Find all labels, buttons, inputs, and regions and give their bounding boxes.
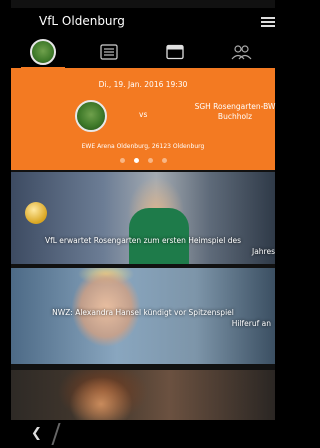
away-team-line2: Buchholz: [217, 112, 253, 121]
news-image: [11, 370, 275, 420]
tab-team[interactable]: [209, 36, 273, 68]
system-nav-bar: ❮: [11, 420, 275, 448]
news-item[interactable]: NWZ: Alexandra Hansel kündigt vor Spitze…: [11, 268, 275, 364]
overflow-menu-icon[interactable]: [261, 17, 275, 27]
carousel-dot-active[interactable]: [133, 158, 139, 163]
app-window: VfL Oldenburg Di., 19. Jan. 2016 19:30 v…: [11, 0, 275, 448]
next-match-card[interactable]: Di., 19. Jan. 2016 19:30 vs SGH Rosengar…: [11, 70, 275, 170]
match-datetime: Di., 19. Jan. 2016 19:30: [98, 80, 188, 89]
away-team-line1: SGH Rosengarten-BW: [194, 102, 276, 111]
team-icon: [231, 45, 252, 60]
tab-bar: [11, 36, 275, 70]
back-icon[interactable]: ❮: [31, 426, 42, 441]
news-title-line1: NWZ: Alexandra Hansel kündigt vor Spitze…: [52, 308, 234, 317]
news-item[interactable]: VfL erwartet Rosengarten zum ersten Heim…: [11, 172, 275, 264]
carousel-dot[interactable]: [147, 158, 153, 163]
news-title: NWZ: Alexandra Hansel kündigt vor Spitze…: [11, 307, 275, 329]
club-logo-icon: [30, 39, 56, 65]
carousel-dot[interactable]: [161, 158, 167, 163]
vs-label: vs: [139, 110, 148, 119]
app-title: VfL Oldenburg: [39, 14, 125, 28]
news-title-line2: Hilferuf an: [231, 319, 271, 328]
match-venue: EWE Arena Oldenburg, 26123 Oldenburg: [81, 143, 205, 150]
news-list-icon: [100, 44, 118, 60]
carousel-dot[interactable]: [119, 158, 125, 163]
away-team-name: SGH Rosengarten-BW Buchholz: [185, 102, 285, 122]
app-bar: VfL Oldenburg: [11, 8, 275, 36]
news-title-line1: VfL erwartet Rosengarten zum ersten Heim…: [44, 236, 242, 245]
news-item[interactable]: [11, 370, 275, 420]
tab-club[interactable]: [11, 36, 75, 70]
tab-news[interactable]: [77, 36, 141, 68]
tab-schedule[interactable]: [143, 36, 207, 68]
home-team-logo-icon: [75, 100, 107, 132]
news-title-line2: Jahres: [251, 247, 275, 256]
nav-divider: [51, 423, 61, 445]
calendar-icon: [166, 44, 184, 60]
handball-icon: [25, 202, 47, 224]
carousel-indicator: [11, 158, 275, 163]
news-title: VfL erwartet Rosengarten zum ersten Heim…: [11, 235, 275, 257]
